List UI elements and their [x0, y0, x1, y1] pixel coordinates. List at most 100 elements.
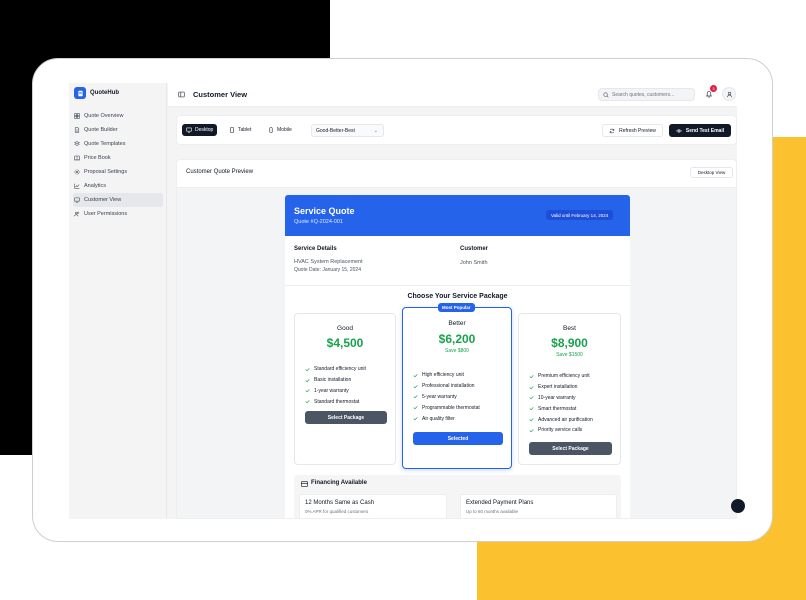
tab-mobile-label: Mobile: [277, 127, 292, 133]
most-popular-badge: Most Popular: [438, 303, 475, 312]
financing-option-title: Extended Payment Plans: [466, 500, 534, 506]
feature-item: High efficiency unit: [413, 370, 480, 381]
avatar[interactable]: [722, 87, 736, 101]
choose-package-heading: Choose Your Service Package: [407, 293, 508, 300]
financing-option-subtitle: 0% APR for qualified customers: [305, 509, 369, 514]
tab-desktop[interactable]: Desktop: [182, 124, 218, 136]
sidebar-item-label: Quote Builder: [84, 127, 118, 133]
sidebar-item-label: Customer View: [84, 197, 122, 203]
settings-icon: [74, 169, 80, 175]
package-name: Best: [562, 325, 576, 332]
check-icon: [529, 385, 534, 389]
quote-document: Service Quote Quote #Q-2024-001 Valid un…: [285, 195, 630, 518]
feature-label: 5-year warranty: [422, 393, 457, 400]
package-name: Good: [337, 325, 353, 332]
sidebar-item-label: Quote Templates: [84, 141, 126, 147]
help-chat-button[interactable]: [731, 499, 745, 513]
check-icon: [305, 400, 310, 404]
credit-card-icon: [301, 481, 308, 487]
selected-button[interactable]: Selected: [413, 432, 503, 445]
financing-option-subtitle: Up to 60 months available: [466, 509, 519, 514]
document-icon: [74, 127, 80, 133]
feature-label: Professional installation: [422, 383, 475, 390]
feature-label: Air quality filter: [422, 415, 455, 422]
feature-item: Priority service calls: [529, 425, 593, 436]
quote-date: Quote Date: January 15, 2024: [294, 267, 361, 273]
financing-section: Financing Available 12 Months Same as Ca…: [294, 475, 621, 518]
feature-item: 1-year warranty: [305, 386, 366, 397]
package-savings: Save $800: [445, 348, 469, 354]
monitor-icon: [186, 127, 192, 133]
refresh-preview-button[interactable]: Refresh Preview: [602, 124, 663, 137]
send-test-email-label: Send Test Email: [685, 127, 725, 134]
customer-label: Customer: [460, 246, 489, 252]
sidebar-item-quote-templates[interactable]: Quote Templates: [73, 137, 163, 151]
feature-item: Professional installation: [413, 381, 480, 392]
feature-list: High efficiency unit Professional install…: [413, 370, 480, 424]
search-icon: [603, 91, 609, 98]
monitor-icon: [74, 197, 80, 203]
check-icon: [529, 374, 534, 379]
feature-label: Smart thermostat: [538, 405, 577, 412]
financing-title: Financing Available: [311, 480, 367, 486]
eye-icon: [675, 128, 682, 133]
financing-option[interactable]: 12 Months Same as Cash 0% APR for qualif…: [299, 494, 447, 518]
sidebar-item-analytics[interactable]: Analytics: [73, 179, 163, 193]
sidebar-item-proposal-settings[interactable]: Proposal Settings: [73, 165, 163, 179]
sidebar-item-customer-view[interactable]: Customer View: [73, 193, 163, 207]
search-input[interactable]: [612, 91, 692, 98]
user-icon: [726, 91, 732, 97]
check-icon: [413, 406, 418, 410]
check-icon: [305, 389, 310, 393]
app-window: QuoteHub Quote Overview Quote Builder Quot…: [69, 83, 737, 519]
feature-label: Basic installation: [314, 377, 352, 384]
sidebar-item-quote-builder[interactable]: Quote Builder: [73, 123, 163, 137]
book-icon: [74, 155, 80, 161]
chart-icon: [74, 183, 80, 189]
sidebar-toggle-icon[interactable]: [178, 91, 185, 98]
layout-icon: [74, 113, 80, 119]
package-price: $4,500: [326, 336, 364, 350]
feature-item: Standard thermostat: [305, 396, 366, 407]
brand[interactable]: QuoteHub: [74, 87, 119, 99]
refresh-icon: [609, 128, 615, 133]
template-select[interactable]: Good-Better-Best ⌄: [311, 124, 384, 137]
select-package-button[interactable]: Select Package: [529, 442, 612, 455]
feature-item: 10-year warranty: [529, 393, 593, 404]
feature-list: Standard efficiency unit Basic installati…: [305, 364, 366, 407]
search-box[interactable]: [598, 88, 695, 101]
sidebar-item-label: Analytics: [84, 183, 107, 189]
tab-tablet[interactable]: Tablet: [225, 124, 255, 136]
sidebar-item-label: Proposal Settings: [84, 169, 128, 175]
package-card-best[interactable]: Best $8,900 Save $1500 Premium efficiency u…: [518, 313, 621, 465]
tab-tablet-label: Tablet: [238, 127, 252, 133]
package-name: Better: [448, 320, 466, 327]
sidebar-item-quote-overview[interactable]: Quote Overview: [73, 109, 163, 123]
package-card-better[interactable]: Most Popular Better $6,200 Save $800 High ef…: [402, 303, 512, 469]
financing-option[interactable]: Extended Payment Plans Up to 60 months a…: [460, 494, 617, 518]
customer-quote-preview: Customer Quote Preview Desktop View Serv…: [176, 159, 737, 519]
package-card-good[interactable]: Good $4,500 Standard efficiency unit Basic …: [294, 313, 396, 465]
feature-label: Priority service calls: [538, 427, 583, 434]
select-package-button[interactable]: Select Package: [305, 411, 387, 424]
layers-icon: [74, 141, 80, 146]
send-test-email-button[interactable]: Send Test Email: [669, 124, 731, 137]
package-savings: Save $1500: [556, 352, 583, 358]
package-price: $8,900: [551, 336, 588, 350]
tab-mobile[interactable]: Mobile: [264, 124, 296, 136]
sidebar-item-user-permissions[interactable]: User Permissions: [73, 207, 163, 221]
feature-item: Basic installation: [305, 375, 366, 386]
preview-title: Customer Quote Preview: [186, 169, 254, 175]
sidebar-item-price-book[interactable]: Price Book: [73, 151, 163, 165]
tab-desktop-label: Desktop: [195, 127, 214, 133]
package-price: $6,200: [438, 332, 476, 346]
financing-option-title: 12 Months Same as Cash: [305, 500, 375, 506]
users-icon: [74, 211, 80, 217]
brand-name: QuoteHub: [90, 90, 119, 96]
desktop-view-button[interactable]: Desktop View: [690, 167, 733, 178]
feature-label: Advanced air purification: [538, 416, 593, 423]
sidebar-item-label: Price Book: [84, 155, 111, 161]
feature-label: Programmable thermostat: [422, 404, 480, 411]
quote-header: Service Quote Quote #Q-2024-001 Valid un…: [285, 195, 630, 236]
quote-number: Quote #Q-2024-001: [294, 219, 343, 225]
